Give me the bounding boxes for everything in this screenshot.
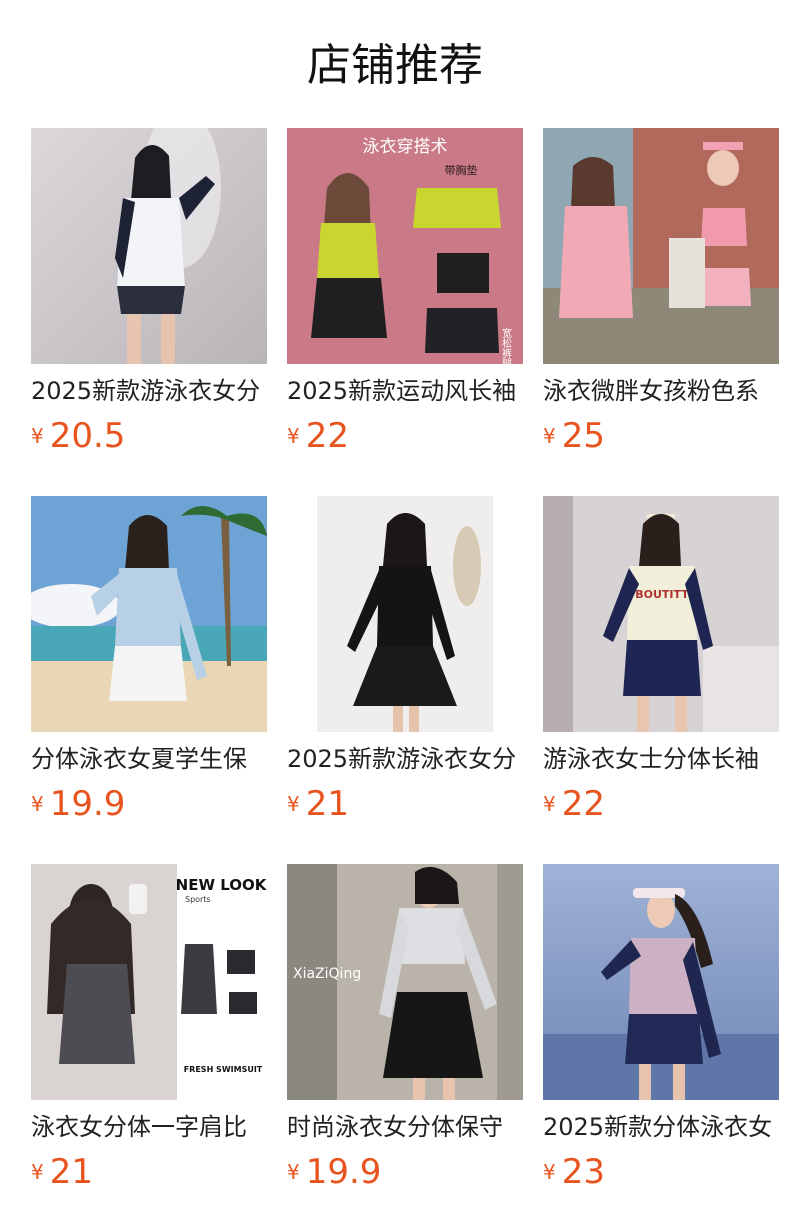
price-value: 19.9 xyxy=(49,784,126,824)
currency-symbol: ¥ xyxy=(31,1160,44,1184)
product-card[interactable]: 2025新款游泳衣女分 ¥21 xyxy=(287,496,523,836)
product-image[interactable]: 泳衣穿搭术 带胸垫 宽松裤腿 xyxy=(287,128,523,364)
product-name[interactable]: 分体泳衣女夏学生保 xyxy=(31,742,267,776)
product-name[interactable]: 2025新款分体泳衣女 xyxy=(543,1110,779,1144)
product-card[interactable]: 泳衣微胖女孩粉色系 ¥25 xyxy=(543,128,779,468)
product-price: ¥22 xyxy=(287,416,349,456)
product-price: ¥19.9 xyxy=(31,784,125,824)
product-image[interactable]: XiaZiQing xyxy=(287,864,523,1100)
image-banner-text: 泳衣穿搭术 xyxy=(363,137,448,157)
product-card[interactable]: NEW LOOK Sports FRESH SWIMSUIT 泳衣女分体一字肩比… xyxy=(31,864,267,1204)
price-value: 21 xyxy=(49,1152,93,1192)
product-image[interactable] xyxy=(31,496,267,732)
price-value: 21 xyxy=(305,784,349,824)
product-image[interactable] xyxy=(543,864,779,1100)
price-value: 20.5 xyxy=(49,416,126,456)
image-brand-text: XiaZiQing xyxy=(293,966,361,982)
product-card[interactable]: XiaZiQing 时尚泳衣女分体保守 ¥19.9 xyxy=(287,864,523,1204)
price-value: 23 xyxy=(561,1152,605,1192)
currency-symbol: ¥ xyxy=(543,424,556,448)
product-image[interactable] xyxy=(543,128,779,364)
price-value: 19.9 xyxy=(305,1152,382,1192)
currency-symbol: ¥ xyxy=(31,792,44,816)
product-price: ¥23 xyxy=(543,1152,605,1192)
price-value: 22 xyxy=(561,784,605,824)
product-name[interactable]: 泳衣微胖女孩粉色系 xyxy=(543,374,779,408)
product-name[interactable]: 时尚泳衣女分体保守 xyxy=(287,1110,523,1144)
image-tagline-text: FRESH SWIMSUIT xyxy=(184,1065,263,1074)
product-image[interactable]: BOUTITT xyxy=(543,496,779,732)
product-image[interactable] xyxy=(31,128,267,364)
product-price: ¥25 xyxy=(543,416,605,456)
product-price: ¥20.5 xyxy=(31,416,125,456)
product-name[interactable]: 2025新款游泳衣女分 xyxy=(31,374,267,408)
product-price: ¥21 xyxy=(31,1152,93,1192)
price-value: 25 xyxy=(561,416,605,456)
product-name[interactable]: 游泳衣女士分体长袖 xyxy=(543,742,779,776)
product-price: ¥19.9 xyxy=(287,1152,381,1192)
currency-symbol: ¥ xyxy=(287,1160,300,1184)
image-side-text: 宽松裤腿 xyxy=(500,327,512,364)
product-name[interactable]: 泳衣女分体一字肩比 xyxy=(31,1110,267,1144)
product-image[interactable]: NEW LOOK Sports FRESH SWIMSUIT xyxy=(31,864,267,1100)
currency-symbol: ¥ xyxy=(31,424,44,448)
product-image[interactable] xyxy=(287,496,523,732)
product-price: ¥21 xyxy=(287,784,349,824)
image-headline-text: NEW LOOK xyxy=(176,876,267,894)
currency-symbol: ¥ xyxy=(287,792,300,816)
currency-symbol: ¥ xyxy=(287,424,300,448)
product-card[interactable]: 泳衣穿搭术 带胸垫 宽松裤腿 2025新款运动风长袖 ¥22 xyxy=(287,128,523,468)
product-name[interactable]: 2025新款运动风长袖 xyxy=(287,374,523,408)
image-print-text: BOUTITT xyxy=(635,588,689,601)
currency-symbol: ¥ xyxy=(543,1160,556,1184)
product-price: ¥22 xyxy=(543,784,605,824)
price-value: 22 xyxy=(305,416,349,456)
product-card[interactable]: 2025新款游泳衣女分 ¥20.5 xyxy=(31,128,267,468)
product-card[interactable]: 2025新款分体泳衣女 ¥23 xyxy=(543,864,779,1204)
image-sub-text: Sports xyxy=(185,895,211,904)
product-name[interactable]: 2025新款游泳衣女分 xyxy=(287,742,523,776)
product-card[interactable]: 分体泳衣女夏学生保 ¥19.9 xyxy=(31,496,267,836)
product-card[interactable]: BOUTITT 游泳衣女士分体长袖 ¥22 xyxy=(543,496,779,836)
currency-symbol: ¥ xyxy=(543,792,556,816)
page-title: 店铺推荐 xyxy=(307,40,483,91)
image-note-text: 带胸垫 xyxy=(445,163,478,177)
